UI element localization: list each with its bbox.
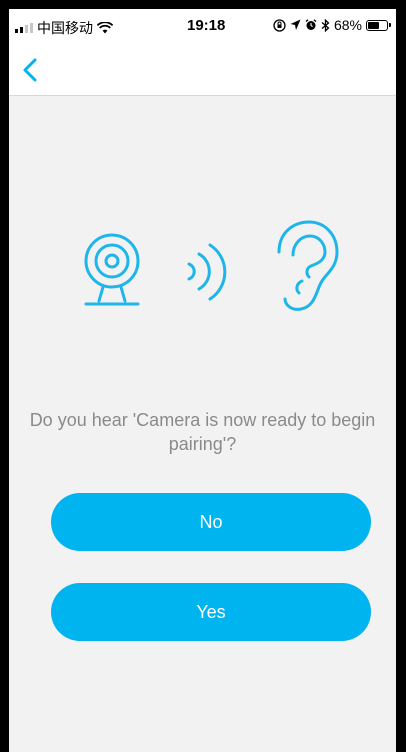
pairing-illustration: [9, 219, 396, 319]
app-screen: 中国移动 19:18 68% Do you hear 'Camera is no…: [9, 9, 396, 752]
status-bar: 中国移动 19:18 68%: [9, 9, 396, 45]
bluetooth-icon: [321, 18, 330, 32]
nav-bar: [9, 45, 396, 96]
status-left: 中国移动: [15, 18, 113, 38]
yes-button[interactable]: Yes: [51, 583, 371, 641]
alarm-icon: [305, 19, 317, 30]
location-icon: [290, 19, 301, 30]
carrier-name: 中国移动: [37, 20, 93, 36]
battery-icon: [366, 19, 391, 31]
pairing-question: Do you hear 'Camera is now ready to begi…: [29, 410, 376, 454]
signal-icon: [15, 23, 33, 33]
orientation-lock-icon: [273, 18, 286, 32]
battery-percent: 68%: [333, 17, 362, 33]
webcam-icon: [84, 233, 140, 306]
ear-icon: [277, 220, 339, 311]
status-time: 19:18: [187, 17, 226, 34]
battery-level-fill: [368, 21, 379, 29]
chevron-left-icon: [23, 58, 37, 82]
sound-waves-icon: [187, 243, 227, 301]
back-button[interactable]: [15, 53, 45, 87]
wifi-icon: [97, 22, 113, 34]
no-button[interactable]: No: [51, 493, 371, 551]
status-right: 68%: [273, 17, 391, 33]
